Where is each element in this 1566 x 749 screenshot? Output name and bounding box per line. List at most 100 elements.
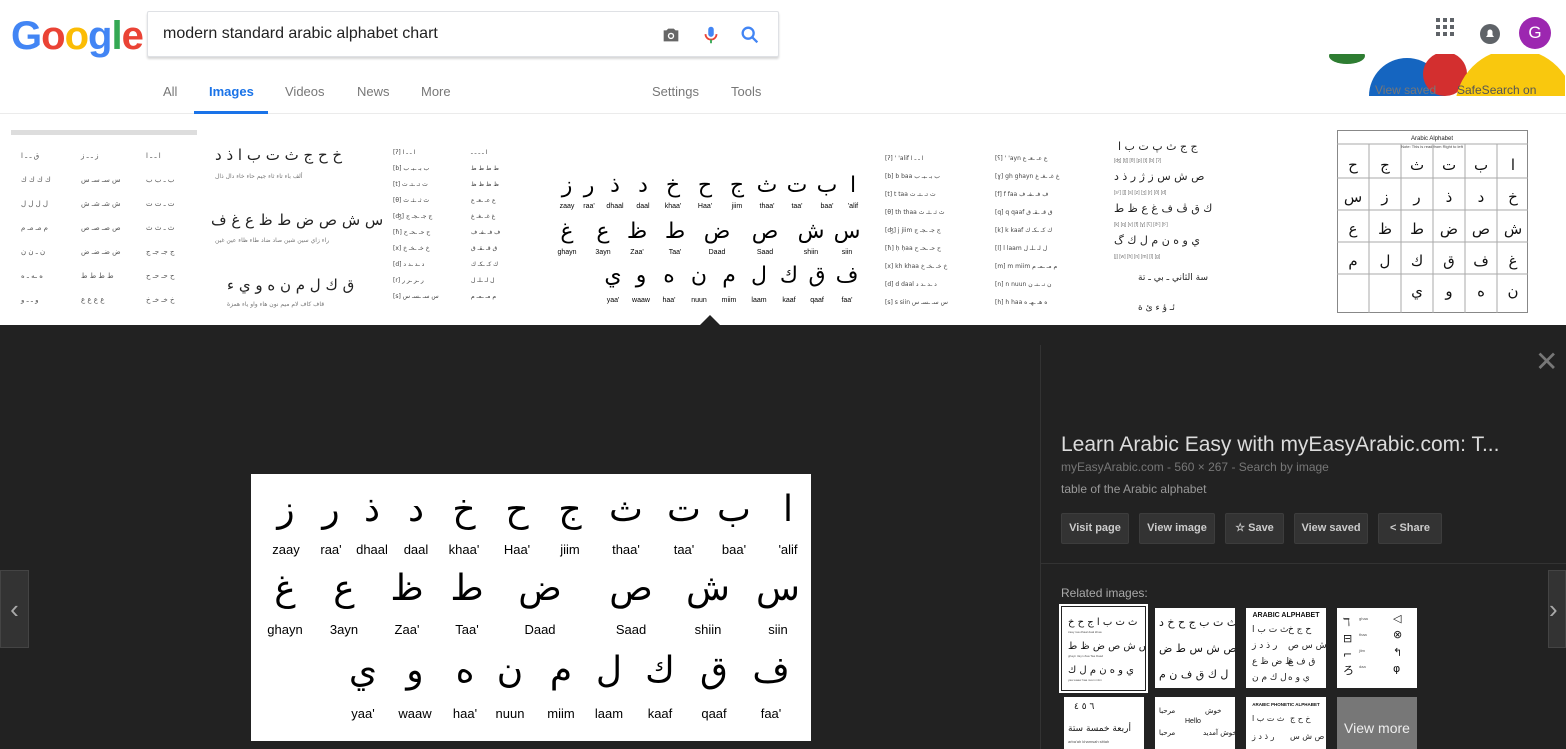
svg-text:ز: ز xyxy=(561,173,573,198)
arabic-letter: ر xyxy=(320,489,339,530)
related-image-selected[interactable]: ث ت ب ا ج ح خ س ش ص ض ظ ط ي و ه ن م ل ك zaa… xyxy=(1059,604,1148,693)
related-image[interactable]: ث ت ب ج ح خ د ص ش س ط ض ل ك ق ف ن م xyxy=(1155,608,1235,688)
view-saved-link[interactable]: View saved xyxy=(1375,83,1436,96)
svg-text:ي و ه ن م ل ك گ: ي و ه ن م ل ك گ xyxy=(1114,234,1200,247)
search-icon[interactable] xyxy=(739,24,761,46)
svg-text:daal: daal xyxy=(636,203,650,210)
bell-icon[interactable] xyxy=(1480,24,1500,49)
svg-text:yaa waaw haa nuun miim: yaa waaw haa nuun miim xyxy=(1068,678,1102,682)
arabic-letter: ط xyxy=(450,568,483,609)
logo-letter: o xyxy=(41,14,65,58)
save-button[interactable]: ☆ Save xyxy=(1225,513,1284,544)
search-input[interactable]: modern standard arabic alphabet chart xyxy=(163,25,438,43)
image-dimensions: 560 × 267 xyxy=(1174,460,1229,474)
thumb-subtitle: Note: This is read from Right to left xyxy=(1401,144,1464,149)
camera-icon[interactable] xyxy=(660,24,682,46)
svg-text:مرحبا: مرحبا xyxy=(1159,729,1175,737)
svg-text:raa': raa' xyxy=(583,203,594,210)
svg-text:ل ك ق ف ن م: ل ك ق ف ن م xyxy=(1159,668,1228,681)
svg-text:faa': faa' xyxy=(841,297,852,304)
related-image[interactable]: ARABIC PHONETIC ALPHABET ث ت ب ا خ ح ج ر ذ … xyxy=(1246,697,1326,749)
close-icon[interactable]: ✕ xyxy=(1535,345,1558,378)
tab-news[interactable]: News xyxy=(357,84,390,99)
view-image-button[interactable]: View image xyxy=(1139,513,1215,544)
svg-text:waaw: waaw xyxy=(631,297,651,304)
tab-settings[interactable]: Settings xyxy=(652,84,699,99)
image-result[interactable]: خ ح ج ث ت ب ا ذ د ألف باء تاء ثاء جيم حا… xyxy=(207,130,383,313)
svg-text:ط ط ط ط: ط ط ط ط xyxy=(81,272,114,280)
svg-text:ض ضـ ضـ ض: ض ضـ ضـ ض xyxy=(81,248,121,256)
tab-images[interactable]: Images xyxy=(209,84,254,99)
search-by-image-link[interactable]: Search by image xyxy=(1239,460,1329,474)
svg-text:ل لـ ـلـ ل: ل لـ ـلـ ل xyxy=(471,277,495,284)
avatar[interactable]: G xyxy=(1519,17,1551,49)
svg-text:خوش آمدید: خوش آمدید xyxy=(1203,728,1235,737)
svg-text:ز ـ ـ ز: ز ـ ـ ز xyxy=(80,152,99,160)
google-logo[interactable]: Google xyxy=(11,14,144,59)
image-result-selected[interactable]: ابتثجحخدذرز 'alif baa' taa' thaa' jiim Haa' kh… xyxy=(553,130,863,313)
save-label: Save xyxy=(1248,522,1274,534)
related-thumb-title: ARABIC ALPHABET xyxy=(1252,612,1320,619)
svg-text:ك ق ڤ ف غ ع ظ ط: ك ق ڤ ف غ ع ظ ط xyxy=(1114,202,1212,215)
svg-text:ه: ه xyxy=(663,263,675,288)
logo-letter: o xyxy=(64,14,89,58)
preview-image[interactable]: ا'alif ب baa' ت taa' ث thaa' ج jiim ح Haa' خ khaa' د d… xyxy=(251,474,811,741)
svg-text:⌐: ⌐ xyxy=(1343,648,1352,661)
share-button[interactable]: < Share xyxy=(1378,513,1442,544)
image-result[interactable]: ج ج ث پ ت ب ا ص ش س ز ژ ر ذ د ك ق ڤ ف غ … xyxy=(1108,130,1288,313)
image-result[interactable]: ق ـ ـ ا ز ـ ـ ز ا ـ ـ ا ك ك ك ك س سـ سـ س ب … xyxy=(11,130,197,313)
svg-text:س سـ سـ س: س سـ سـ س xyxy=(81,176,121,184)
search-box[interactable]: modern standard arabic alphabet chart xyxy=(147,11,779,57)
visit-page-button[interactable]: Visit page xyxy=(1061,513,1129,544)
svg-text:[l] l laam ل لـ ـلـ ل: [l] l laam ل لـ ـلـ ل xyxy=(995,245,1047,252)
related-image[interactable]: ◁ ⊗ ↰ φ ℸ ⊟ ⌐ ろ ghaa thaa jiim daa xyxy=(1337,608,1417,688)
svg-text:[ʤ] [tʃ] [θ] [p] [t] [b] [ʔ]: [ʤ] [tʃ] [θ] [p] [t] [b] [ʔ] xyxy=(1114,158,1162,164)
view-saved-button[interactable]: View saved xyxy=(1294,513,1368,544)
apps-grid-icon[interactable] xyxy=(1436,18,1454,41)
letter-name: 'alif xyxy=(778,542,797,557)
svg-text:ئـ ؤ ء ئ ة: ئـ ؤ ء ئ ة xyxy=(1138,303,1175,313)
svg-text:أربعة خمسة ستة: أربعة خمسة ستة xyxy=(1068,722,1131,734)
safesearch-link[interactable]: SafeSearch on xyxy=(1457,83,1536,96)
arabic-letter: ب xyxy=(717,489,751,530)
previous-image-button[interactable]: ‹ xyxy=(0,570,29,648)
arabic-letter: ث xyxy=(609,489,643,530)
related-image[interactable]: ARABIC ALPHABET ث ت ب اح ج خر ذ د زش س صط… xyxy=(1246,608,1326,688)
image-result[interactable]: Arabic Alphabet Note: This is read from … xyxy=(1337,130,1528,313)
logo-letter: e xyxy=(121,14,144,58)
image-title[interactable]: Learn Arabic Easy with myEasyArabic.com:… xyxy=(1061,433,1499,457)
svg-text:[ʕ] ' 'ayn ع عـ ـعـ ع: [ʕ] ' 'ayn ع عـ ـعـ ع xyxy=(995,155,1048,162)
active-tab-indicator xyxy=(194,111,268,114)
tab-more[interactable]: More xyxy=(421,84,451,99)
panel-separator xyxy=(1041,563,1566,564)
mic-icon[interactable] xyxy=(700,24,722,46)
related-image[interactable]: ٦ ٥ ٤ أربعة خمسة ستة arba'ah khamsah sitta… xyxy=(1064,697,1144,749)
image-result[interactable]: [ʔ] ' 'alif ا ـ ـ ا [ʕ] ' 'ayn ع عـ ـعـ ع… xyxy=(883,130,1099,313)
svg-text:[q] q qaaf ق قـ ـقـ ق: [q] q qaaf ق قـ ـقـ ق xyxy=(995,209,1053,216)
svg-text:ع: ع xyxy=(596,219,609,244)
svg-text:ص صـ صـ ص: ص صـ صـ ص xyxy=(81,224,121,232)
svg-text:ق: ق xyxy=(808,263,825,288)
letter-name: dhaal xyxy=(356,542,388,557)
tab-all[interactable]: All xyxy=(163,84,177,99)
svg-text:ب: ب xyxy=(817,173,838,198)
svg-text:ث: ث xyxy=(757,173,778,198)
tab-tools[interactable]: Tools xyxy=(731,84,761,99)
image-result[interactable]: [ʔ] ا ـ ـ ا ا ـ ـ ـ ـ [b] ب بـ ـبـ ب ط ط ط… xyxy=(391,130,544,313)
svg-text:ج: ج xyxy=(1380,156,1390,175)
svg-text:ت ـ ت ت: ت ـ ت ت xyxy=(146,200,175,208)
letter-name: khaa' xyxy=(449,542,480,557)
related-image[interactable]: مرحبا خوش مرحبا خوش آمدید Hello xyxy=(1155,697,1235,749)
svg-text:ث ت ب ا: ث ت ب ا xyxy=(1252,714,1284,723)
view-more-button[interactable]: View more xyxy=(1337,697,1417,749)
svg-text:ل: ل xyxy=(1380,252,1391,270)
svg-text:ش شـ شـ ش: ش شـ شـ ش xyxy=(81,200,121,208)
svg-text:ghayn: ghayn xyxy=(557,249,576,256)
svg-text:[t] t taa ت تـ ـتـ ت: [t] t taa ت تـ ـتـ ت xyxy=(885,191,936,198)
tab-videos[interactable]: Videos xyxy=(285,84,325,99)
source-link[interactable]: myEasyArabic.com xyxy=(1061,460,1164,474)
thumb-title: Arabic Alphabet xyxy=(1411,136,1453,142)
letter-name: 3ayn xyxy=(330,622,358,637)
next-image-button[interactable]: › xyxy=(1548,570,1566,648)
arabic-letter: ز xyxy=(275,489,294,530)
